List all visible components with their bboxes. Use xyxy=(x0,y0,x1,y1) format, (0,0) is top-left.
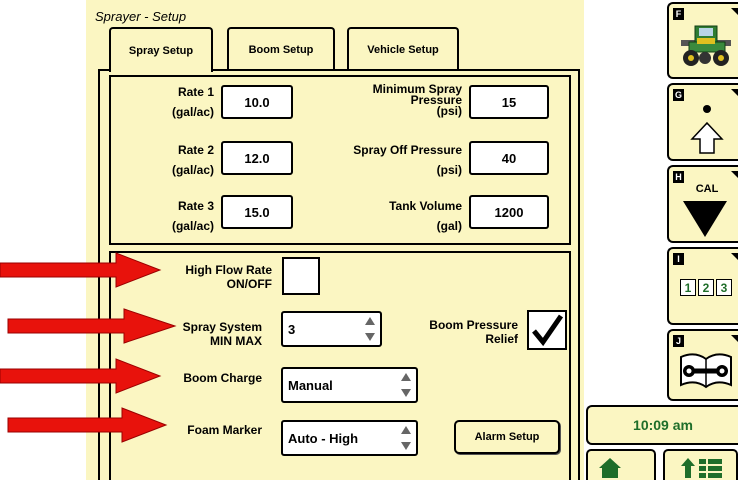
foam-marker-value: Auto - High xyxy=(288,430,359,446)
softkey-letter: I xyxy=(673,253,684,265)
corner-triangle-icon xyxy=(731,335,738,342)
tab-label: Vehicle Setup xyxy=(367,43,439,56)
tab-boom-setup[interactable]: Boom Setup xyxy=(227,27,335,70)
annotation-arrow-foam-marker xyxy=(7,407,168,443)
wrench-book-icon xyxy=(680,353,732,389)
spray-off-pressure-input[interactable]: 40 xyxy=(469,141,549,175)
boom-pressure-relief-checkbox[interactable] xyxy=(527,310,567,350)
boom-pressure-relief-label: Boom Pressure Relief xyxy=(429,318,518,346)
spray-system-stepper[interactable]: 3 xyxy=(281,311,382,347)
softkey-letter: J xyxy=(673,335,684,347)
home-button[interactable] xyxy=(586,449,656,480)
tank-volume-input[interactable]: 1200 xyxy=(469,195,549,229)
cal-down-triangle-icon xyxy=(683,201,727,237)
alarm-setup-label: Alarm Setup xyxy=(474,431,540,443)
tab-label: Spray Setup xyxy=(128,44,194,57)
softkey-i-numbers[interactable]: I 1 2 3 xyxy=(667,247,738,325)
rate3-input[interactable]: 15.0 xyxy=(221,195,293,229)
corner-triangle-icon xyxy=(731,8,738,15)
tab-spray-setup[interactable]: Spray Setup xyxy=(109,27,213,72)
corner-triangle-icon xyxy=(731,89,738,96)
min-spray-pressure-label: Minimum Spray Pressure (psi) xyxy=(372,82,462,118)
boom-charge-value: Manual xyxy=(288,377,333,393)
tab-vehicle-setup[interactable]: Vehicle Setup xyxy=(347,27,459,70)
boom-charge-select[interactable]: Manual xyxy=(281,367,418,403)
clock-time: 10:09 am xyxy=(633,417,693,433)
min-spray-pressure-input[interactable]: 15 xyxy=(469,85,549,119)
foam-marker-select[interactable]: Auto - High xyxy=(281,420,418,456)
rate1-input[interactable]: 10.0 xyxy=(221,85,293,119)
softkey-letter: G xyxy=(673,89,684,101)
rate3-label: Rate 3 (gal/ac) xyxy=(171,199,214,233)
tab-label: Boom Setup xyxy=(248,43,314,56)
tank-volume-label: Tank Volume (gal) xyxy=(389,199,462,233)
spray-off-pressure-label: Spray Off Pressure (psi) xyxy=(353,143,462,177)
softkey-j-manual[interactable]: J xyxy=(667,329,738,401)
up-down-arrows-icon xyxy=(401,373,411,397)
softkey-h-cal[interactable]: H CAL xyxy=(667,165,738,243)
high-flow-rate-label: High Flow Rate ON/OFF xyxy=(185,263,272,291)
spray-system-value: 3 xyxy=(288,321,296,337)
rate2-input[interactable]: 12.0 xyxy=(221,141,293,175)
up-down-arrows-icon xyxy=(401,426,411,450)
softkey-f-vehicle[interactable]: F xyxy=(667,2,738,79)
alarm-setup-button[interactable]: Alarm Setup xyxy=(454,420,560,454)
corner-triangle-icon xyxy=(731,253,738,260)
high-flow-rate-checkbox[interactable] xyxy=(282,257,320,295)
digit: 2 xyxy=(698,279,714,296)
rate1-label: Rate 1 (gal/ac) xyxy=(171,85,214,119)
annotation-arrow-boom-charge xyxy=(0,358,162,394)
menu-up-button[interactable] xyxy=(663,449,738,480)
annotation-arrow-spray-system xyxy=(7,308,177,344)
page-title: Sprayer - Setup xyxy=(95,9,187,24)
up-arrow-menu-icon xyxy=(681,458,722,478)
annotation-arrow-high-flow xyxy=(0,252,162,288)
number-sequence-icon: 1 2 3 xyxy=(680,279,732,296)
up-arrow-dot-icon xyxy=(690,105,724,154)
home-icon xyxy=(599,458,621,478)
sprayer-vehicle-icon xyxy=(681,25,731,66)
digit: 3 xyxy=(716,279,732,296)
up-down-arrows-icon xyxy=(365,317,375,341)
clock-display: 10:09 am xyxy=(586,405,738,445)
softkey-g-up[interactable]: G xyxy=(667,83,738,161)
rate2-label: Rate 2 (gal/ac) xyxy=(171,143,214,177)
cal-label: CAL xyxy=(695,183,719,195)
corner-triangle-icon xyxy=(731,171,738,178)
softkey-letter: H xyxy=(673,171,684,183)
digit: 1 xyxy=(680,279,696,296)
checkmark-icon xyxy=(532,314,564,347)
